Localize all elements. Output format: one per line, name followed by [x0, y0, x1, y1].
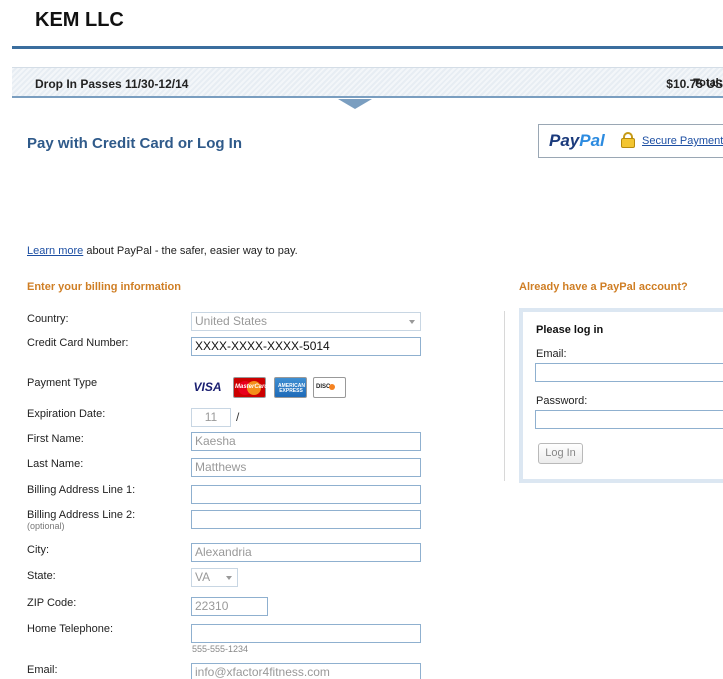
- state-label: State:: [27, 570, 56, 582]
- first-name-input[interactable]: Kaesha: [191, 432, 421, 451]
- header-divider: [12, 46, 723, 49]
- email-input[interactable]: info@xfactor4fitness.com: [191, 663, 421, 679]
- paypal-logo: PayPal: [549, 131, 605, 151]
- state-value: VA: [195, 570, 211, 584]
- learn-more-link[interactable]: Learn more: [27, 245, 83, 257]
- login-email-label: Email:: [536, 348, 567, 360]
- email-label: Email:: [27, 664, 58, 676]
- exp-year-input[interactable]: 11: [191, 408, 231, 427]
- login-button[interactable]: Log In: [538, 443, 583, 464]
- city-input[interactable]: Alexandria: [191, 543, 421, 562]
- last-name-label: Last Name:: [27, 458, 84, 470]
- address1-label: Billing Address Line 1:: [27, 484, 136, 496]
- login-section-title: Already have a PayPal account?: [519, 281, 688, 293]
- merchant-name: KEM LLC: [35, 9, 124, 31]
- chevron-down-icon: [409, 320, 415, 324]
- discover-icon: DISC: [313, 377, 346, 398]
- total-label: Total:: [693, 77, 723, 89]
- phone-input[interactable]: [191, 624, 421, 643]
- order-total: Total: $10.75 US: [666, 77, 723, 91]
- amex-icon: AMERICAN EXPRESS: [274, 377, 307, 398]
- first-name-label: First Name:: [27, 433, 84, 445]
- address2-input[interactable]: [191, 510, 421, 529]
- lock-icon: [621, 132, 635, 148]
- column-divider: [504, 311, 505, 481]
- address2-label: Billing Address Line 2: (optional): [27, 509, 135, 531]
- phone-label: Home Telephone:: [27, 623, 114, 635]
- card-number-label: Credit Card Number:: [27, 337, 129, 349]
- payment-type-label: Payment Type: [27, 377, 98, 389]
- address1-input[interactable]: [191, 485, 421, 504]
- secure-payments-link[interactable]: Secure Payments: [642, 135, 723, 147]
- country-label: Country:: [27, 313, 69, 325]
- summary-expand-pointer[interactable]: [338, 99, 372, 109]
- paypal-logo-pay: Pay: [549, 131, 580, 150]
- login-email-input[interactable]: [535, 363, 723, 382]
- order-summary-bar[interactable]: Drop In Passes 11/30-12/14 Total: $10.75 …: [12, 67, 723, 98]
- state-select[interactable]: VA: [191, 568, 238, 587]
- page-title: Pay with Credit Card or Log In: [27, 135, 243, 152]
- country-select[interactable]: United States: [191, 312, 421, 331]
- exp-separator: /: [236, 410, 240, 424]
- visa-icon: VISA: [191, 377, 224, 398]
- learn-more-description: about PayPal - the safer, easier way to …: [83, 245, 298, 257]
- phone-format-hint: 555-555-1234: [192, 644, 249, 654]
- order-description: Drop In Passes 11/30-12/14: [35, 77, 189, 91]
- learn-more-text: Learn more about PayPal - the safer, eas…: [27, 245, 298, 257]
- paypal-logo-pal: Pal: [579, 131, 605, 150]
- expiration-label: Expiration Date:: [27, 408, 106, 420]
- paypal-login-panel: Please log in Email: Password: Log In: [519, 308, 723, 483]
- zip-input[interactable]: 22310: [191, 597, 268, 616]
- login-password-input[interactable]: [535, 410, 723, 429]
- zip-label: ZIP Code:: [27, 597, 77, 609]
- chevron-down-icon: [226, 576, 232, 580]
- mastercard-icon: MasterCard: [233, 377, 268, 398]
- login-password-label: Password:: [536, 395, 588, 407]
- paypal-badge: PayPal Secure Payments: [538, 124, 723, 158]
- country-value: United States: [195, 314, 268, 328]
- city-label: City:: [27, 544, 49, 556]
- login-title: Please log in: [536, 324, 604, 336]
- address2-optional-note: (optional): [27, 521, 65, 531]
- address2-label-text: Billing Address Line 2:: [27, 509, 136, 521]
- billing-section-title: Enter your billing information: [27, 281, 181, 293]
- last-name-input[interactable]: Matthews: [191, 458, 421, 477]
- card-number-input[interactable]: XXXX-XXXX-XXXX-5014: [191, 337, 421, 356]
